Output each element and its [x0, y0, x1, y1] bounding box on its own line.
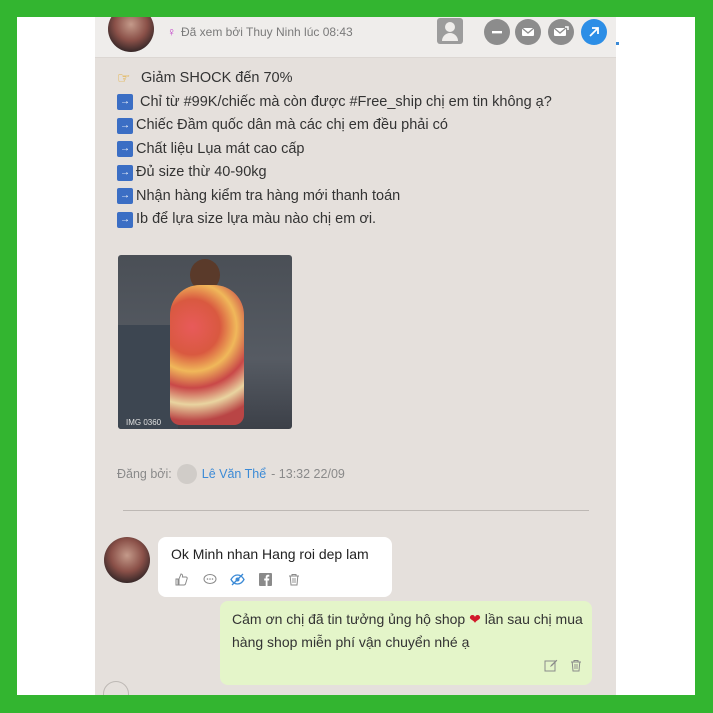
commenter-avatar[interactable] [104, 537, 150, 583]
heart-icon: ❤ [469, 611, 481, 627]
comment-actions [173, 573, 302, 589]
edit-icon[interactable] [544, 659, 558, 675]
photo-floral-dress [170, 285, 244, 425]
user-icon[interactable] [437, 18, 463, 44]
avatar[interactable] [108, 17, 154, 52]
post-line: Ib để lựa size lựa màu nào chị em ơi. [117, 208, 552, 232]
author-link[interactable]: Lê Văn Thể [202, 467, 266, 481]
soon-arrow-icon [117, 208, 133, 231]
byline-prefix: Đăng bởi: [117, 467, 172, 481]
soon-arrow-icon [117, 114, 133, 137]
conversation-panel: ♀ Đã xem bởi Thuy Ninh lúc 08:43 ☞ Giảm S… [95, 17, 616, 695]
frame-bottom-border [0, 695, 713, 713]
reply-icon[interactable] [201, 573, 218, 589]
soon-arrow-icon [117, 90, 133, 114]
like-icon[interactable] [173, 573, 190, 589]
scroll-marker [616, 42, 619, 45]
external-link-icon[interactable] [581, 19, 607, 45]
post-line: ☞ Giảm SHOCK đến 70% [117, 67, 552, 91]
customer-comment: Ok Minh nhan Hang roi dep lam [158, 537, 392, 597]
pointing-hand-icon: ☞ [117, 70, 131, 87]
reply-actions [544, 659, 582, 675]
conversation-header: ♀ Đã xem bởi Thuy Ninh lúc 08:43 [95, 17, 616, 58]
shop-reply-text: Cảm ơn chị đã tin tưởng ủng hộ shop ❤ lầ… [232, 611, 583, 650]
author-avatar [176, 464, 197, 484]
soon-arrow-icon [117, 161, 133, 184]
post-line: Chỉ từ #99K/chiếc mà còn được #Free_ship… [117, 90, 552, 115]
minus-circle-icon[interactable] [484, 19, 510, 45]
seen-text: Đã xem bởi Thuy Ninh lúc 08:43 [181, 25, 353, 39]
byline-time: - 13:32 22/09 [271, 467, 345, 481]
frame-top-border [0, 0, 713, 17]
trash-icon[interactable] [570, 659, 582, 675]
customer-comment-text: Ok Minh nhan Hang roi dep lam [171, 546, 369, 562]
frame-left-border [0, 0, 17, 713]
product-photo[interactable]: IMG 0360 [118, 255, 292, 429]
soon-arrow-icon [117, 137, 133, 161]
post-line: Chiếc Đầm quốc dân mà các chị em đều phả… [117, 114, 552, 138]
hide-eye-icon[interactable] [229, 573, 246, 589]
female-icon: ♀ [167, 25, 176, 39]
partial-avatar-circle [103, 681, 129, 695]
post-body: ☞Giảm SHOCK đến 70% Chỉ từ #99K/chiếc mà… [117, 67, 552, 232]
soon-arrow-icon [117, 184, 133, 208]
trash-icon[interactable] [285, 573, 302, 589]
photo-caption: IMG 0360 [126, 418, 162, 427]
divider [123, 510, 589, 511]
seen-status: ♀ Đã xem bởi Thuy Ninh lúc 08:43 [167, 25, 353, 39]
photo-sofa [118, 325, 178, 429]
mail-send-icon[interactable] [548, 19, 574, 45]
mail-icon[interactable] [515, 19, 541, 45]
post-line: Đủ size thừ 40-90kg [117, 161, 552, 185]
post-line: Nhận hàng kiểm tra hàng mới thanh toán [117, 184, 552, 209]
post-line: Chất liệu Lụa mát cao cấp [117, 137, 552, 162]
facebook-icon[interactable] [257, 573, 274, 589]
frame-right-border [695, 0, 713, 713]
post-byline: Đăng bởi: Lê Văn Thể - 13:32 22/09 [117, 464, 345, 484]
shop-reply: Cảm ơn chị đã tin tưởng ủng hộ shop ❤ lầ… [220, 601, 592, 685]
